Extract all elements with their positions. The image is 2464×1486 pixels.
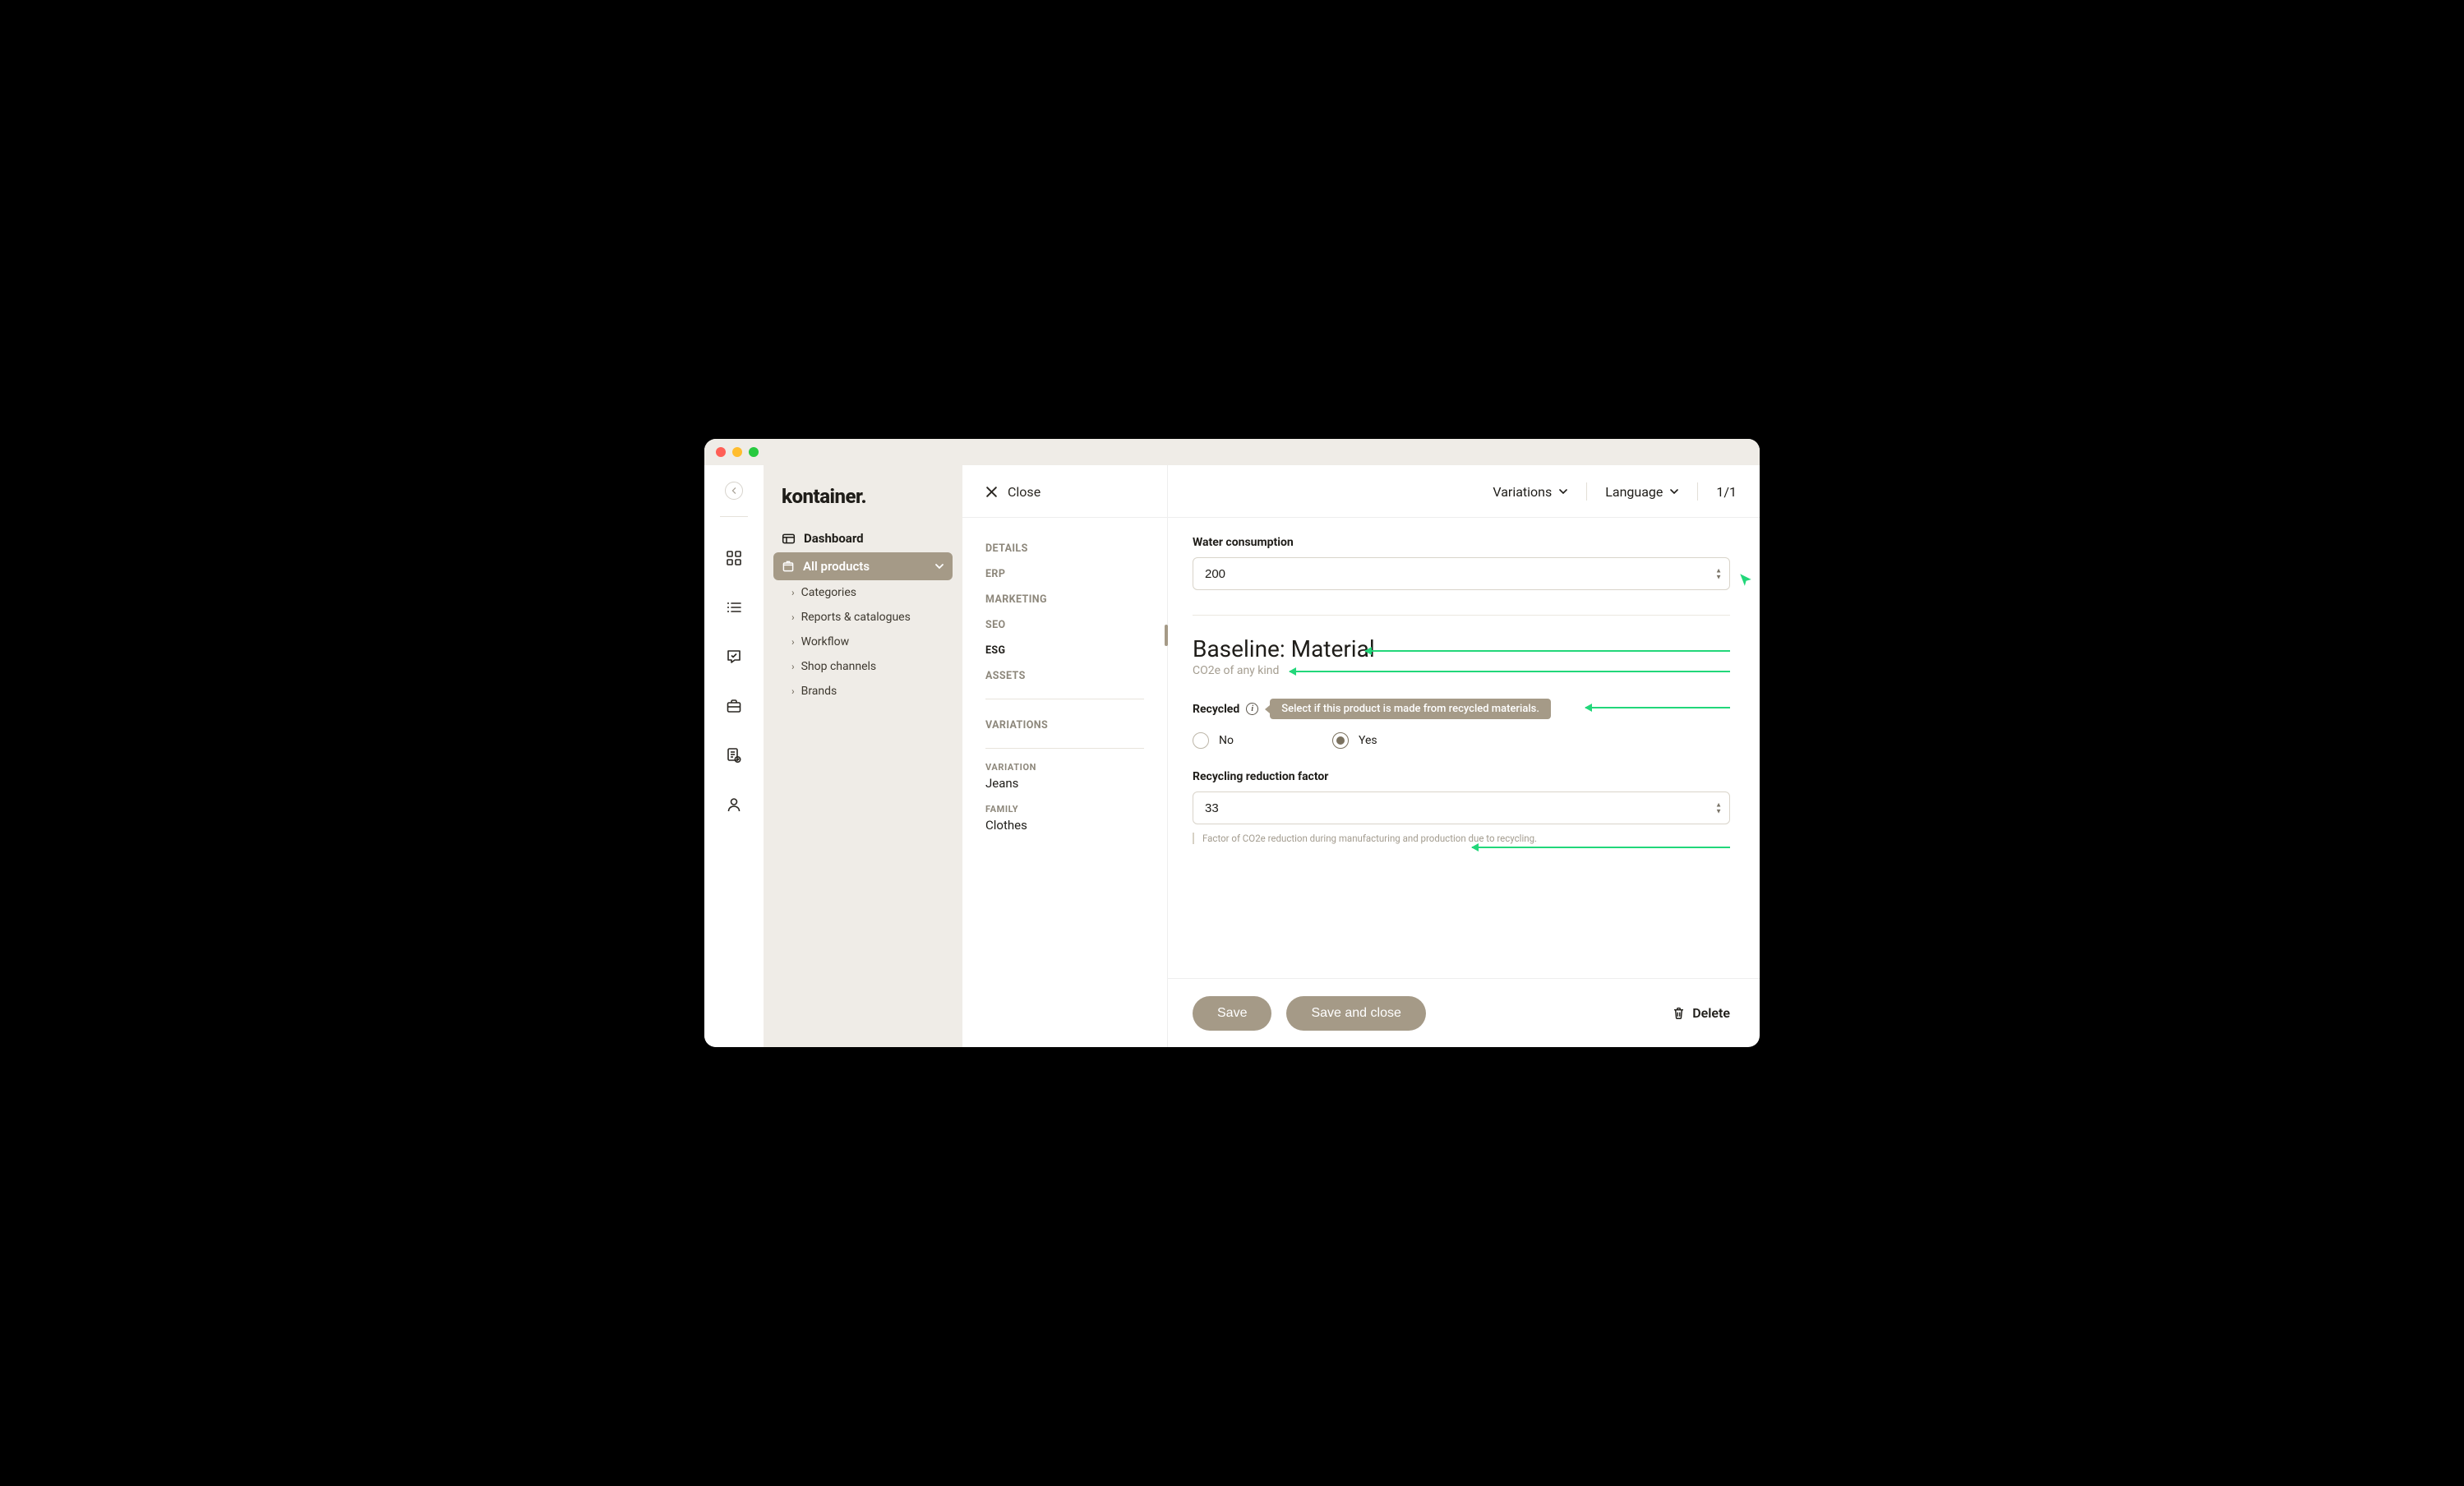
secnav-seo[interactable]: SEO (985, 612, 1144, 638)
rail-divider (720, 516, 748, 517)
recycled-radio-no[interactable]: No (1193, 732, 1234, 749)
sidebar-item-reports[interactable]: › Reports & catalogues (773, 605, 953, 630)
sidebar-sub-label: Brands (801, 685, 837, 698)
water-consumption-field-wrap: ▲▼ (1193, 557, 1730, 590)
app-body: kontainer. Dashboard All products (704, 465, 1760, 1047)
chevron-right-icon: › (791, 661, 795, 672)
secnav-details[interactable]: DETAILS (985, 536, 1144, 561)
footer-bar: Save Save and close Delete (1168, 978, 1760, 1047)
sidebar-sub-label: Workflow (801, 635, 850, 648)
sidebar-dashboard[interactable]: Dashboard (773, 524, 953, 552)
secnav-variations[interactable]: VARIATIONS (985, 713, 1144, 738)
number-stepper[interactable]: ▲▼ (1715, 802, 1722, 815)
sidebar-sub-label: Reports & catalogues (801, 611, 911, 624)
secnav-esg[interactable]: ESG (985, 638, 1144, 663)
info-icon[interactable]: i (1246, 703, 1258, 715)
annotation-arrow (1472, 847, 1730, 848)
save-and-close-button[interactable]: Save and close (1286, 996, 1425, 1031)
recycled-radio-yes[interactable]: Yes (1332, 732, 1377, 749)
annotation-cursor-icon (1738, 572, 1753, 587)
window-minimize-dot[interactable] (732, 447, 742, 457)
section-divider (1193, 615, 1730, 616)
pager: 1/1 (1716, 484, 1737, 500)
chevron-right-icon: › (791, 636, 795, 648)
radio-yes-label: Yes (1359, 734, 1377, 747)
secnav-variation-heading: VARIATION (985, 762, 1144, 773)
reduction-factor-input[interactable] (1193, 791, 1730, 824)
primary-sidebar: kontainer. Dashboard All products (764, 465, 962, 1047)
recycled-label: Recycled (1193, 703, 1239, 716)
delete-label: Delete (1692, 1005, 1730, 1021)
radio-icon (1193, 732, 1209, 749)
reduction-factor-field-wrap: ▲▼ (1193, 791, 1730, 824)
secnav-marketing[interactable]: MARKETING (985, 587, 1144, 612)
close-button[interactable]: Close (985, 484, 1041, 500)
secondary-nav: DETAILS ERP MARKETING SEO ESG ASSETS VAR… (962, 465, 1168, 1047)
apps-icon[interactable] (726, 550, 742, 566)
sidebar-sub-label: Categories (801, 586, 856, 599)
main-panel: Close Variations Language 1/1 (1168, 465, 1760, 1047)
delete-button[interactable]: Delete (1672, 1005, 1730, 1021)
water-consumption-input[interactable] (1193, 557, 1730, 590)
sidebar-sub-label: Shop channels (801, 660, 877, 673)
variations-dropdown[interactable]: Variations (1493, 484, 1568, 500)
approval-icon[interactable] (726, 648, 742, 665)
report-check-icon[interactable] (726, 747, 742, 764)
variations-label: Variations (1493, 484, 1552, 500)
radio-icon (1332, 732, 1349, 749)
save-button[interactable]: Save (1193, 996, 1271, 1031)
sidebar-item-brands[interactable]: › Brands (773, 679, 953, 704)
water-consumption-label: Water consumption (1193, 536, 1730, 549)
topbar-separator (1586, 482, 1587, 501)
recycled-radio-group: No Yes (1193, 732, 1730, 749)
radio-no-label: No (1219, 734, 1234, 747)
app-window: kontainer. Dashboard All products (704, 439, 1760, 1047)
recycled-label-row: Recycled i Select if this product is mad… (1193, 699, 1730, 719)
chevron-down-icon (934, 561, 944, 571)
sidebar-item-shop-channels[interactable]: › Shop channels (773, 654, 953, 679)
secnav-separator (985, 748, 1144, 749)
annotation-arrow (1585, 707, 1730, 708)
language-dropdown[interactable]: Language (1605, 484, 1679, 500)
recycled-tooltip: Select if this product is made from recy… (1270, 699, 1551, 719)
sidebar-dashboard-label: Dashboard (804, 531, 864, 546)
number-stepper[interactable]: ▲▼ (1715, 568, 1722, 580)
secnav-family-value: Clothes (985, 815, 1144, 846)
close-icon (985, 486, 998, 498)
chevron-right-icon: › (791, 685, 795, 697)
chevron-right-icon: › (791, 611, 795, 623)
annotation-arrow (1290, 671, 1730, 672)
annotation-arrow (1365, 650, 1730, 652)
icon-rail (704, 465, 764, 1047)
chevron-down-icon (1558, 487, 1568, 496)
reduction-factor-label: Recycling reduction factor (1193, 770, 1730, 783)
chevron-right-icon: › (791, 587, 795, 598)
secnav-family-heading: FAMILY (985, 804, 1144, 815)
sidebar-all-products[interactable]: All products (773, 552, 953, 580)
reduction-factor-hint: Factor of CO2e reduction during manufact… (1193, 833, 1730, 844)
topbar-separator (1697, 482, 1698, 501)
trash-icon (1672, 1006, 1686, 1020)
window-titlebar (704, 439, 1760, 465)
sidebar-item-categories[interactable]: › Categories (773, 580, 953, 605)
secnav-assets[interactable]: ASSETS (985, 663, 1144, 689)
window-close-dot[interactable] (716, 447, 726, 457)
user-icon[interactable] (726, 796, 742, 813)
back-button[interactable] (725, 482, 743, 500)
package-icon (782, 560, 795, 573)
brand-logo: kontainer. (773, 478, 953, 524)
close-label: Close (1008, 484, 1041, 500)
dashboard-icon (782, 532, 796, 546)
content-area: Water consumption ▲▼ Baseline: Material … (1168, 518, 1760, 978)
window-zoom-dot[interactable] (749, 447, 759, 457)
chevron-down-icon (1669, 487, 1679, 496)
secnav-erp[interactable]: ERP (985, 561, 1144, 587)
sidebar-item-workflow[interactable]: › Workflow (773, 630, 953, 654)
briefcase-icon[interactable] (726, 698, 742, 714)
secnav-variation-value: Jeans (985, 773, 1144, 804)
language-label: Language (1605, 484, 1663, 500)
list-icon[interactable] (726, 599, 742, 616)
sidebar-all-products-label: All products (803, 559, 870, 574)
section-title: Baseline: Material (1193, 635, 1730, 662)
